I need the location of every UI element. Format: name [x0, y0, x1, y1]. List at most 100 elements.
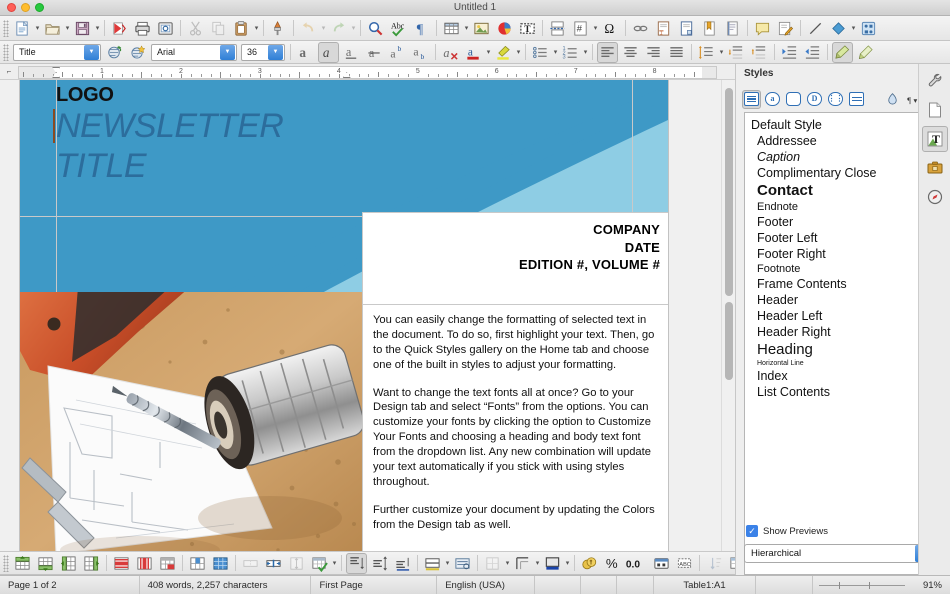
status-zoom-level[interactable]: 91% — [911, 576, 950, 594]
text-format-button[interactable]: ABC — [674, 553, 695, 574]
superscript-button[interactable]: ab — [387, 42, 408, 63]
chevron-down-icon[interactable]: ▼ — [268, 44, 283, 60]
newsletter-photo[interactable] — [20, 292, 362, 551]
clone-formatting-button[interactable] — [268, 18, 289, 39]
style-filter-select[interactable]: Hierarchical ▲▼ — [744, 544, 932, 563]
character-styles-button[interactable]: a — [763, 90, 782, 109]
export-pdf-button[interactable] — [109, 18, 130, 39]
date-format-button[interactable] — [651, 553, 672, 574]
sort-button[interactable] — [704, 553, 725, 574]
underline-button[interactable]: a — [341, 42, 362, 63]
insert-image-button[interactable] — [471, 18, 492, 39]
font-color-dropdown[interactable]: ▾ — [485, 42, 492, 63]
strikethrough-button[interactable]: a — [364, 42, 385, 63]
ruler-tab-stop[interactable] — [338, 74, 340, 78]
insert-table-button[interactable] — [441, 18, 462, 39]
delete-table-button[interactable] — [157, 553, 178, 574]
status-page-style[interactable]: First Page — [311, 575, 438, 594]
style-list-item[interactable]: Caption — [745, 149, 920, 165]
font-color-button[interactable]: a — [463, 42, 484, 63]
print-preview-button[interactable] — [155, 18, 176, 39]
spelling-button[interactable]: Abc — [388, 18, 409, 39]
open-document-dropdown[interactable]: ▾ — [64, 18, 71, 39]
status-modified[interactable] — [581, 575, 618, 594]
insert-row-above-button[interactable] — [12, 553, 33, 574]
highlighting-color-button[interactable] — [493, 42, 514, 63]
company-info-cell[interactable]: COMPANY DATE EDITION #, VOLUME # — [362, 212, 668, 304]
split-cells-button[interactable] — [263, 553, 284, 574]
select-table-button[interactable] — [210, 553, 231, 574]
scrollbar-thumb[interactable] — [725, 88, 733, 296]
insert-chart-button[interactable] — [494, 18, 515, 39]
align-top-button[interactable] — [346, 552, 367, 574]
ruler-tab-stop[interactable] — [299, 74, 301, 78]
status-page[interactable]: Page 1 of 2 — [0, 575, 140, 594]
style-list-item[interactable]: Addressee — [745, 133, 920, 149]
ordered-list-button[interactable]: 123 — [560, 42, 581, 63]
merge-cells-button[interactable] — [240, 553, 261, 574]
insert-textbox-button[interactable]: T — [517, 18, 538, 39]
unordered-list-dropdown[interactable]: ▾ — [552, 42, 559, 63]
toolbar-grip[interactable] — [3, 43, 9, 61]
zoom-slider[interactable] — [813, 576, 911, 594]
horizontal-ruler[interactable]: ⌐ 12345678 — [0, 64, 735, 80]
page-1[interactable]: LOGO NEWSLETTER TITLE COMPANY DATE EDITI… — [20, 80, 668, 551]
style-list-item[interactable]: Heading — [745, 340, 920, 359]
optimize-size-button[interactable] — [286, 553, 307, 574]
toolbar-grip[interactable] — [3, 554, 9, 572]
properties-deck-button[interactable] — [922, 97, 948, 123]
redo-dropdown[interactable]: ▾ — [350, 18, 357, 39]
ruler-strip[interactable]: 12345678 — [18, 66, 717, 79]
borders-button[interactable] — [422, 553, 443, 574]
border-style-button[interactable] — [452, 553, 473, 574]
page-styles-button[interactable]: D — [805, 90, 824, 109]
select-cell-button[interactable] — [187, 553, 208, 574]
status-word-count[interactable]: 408 words, 2,257 characters — [140, 575, 312, 594]
show-previews-checkbox[interactable]: ✓ — [746, 525, 758, 537]
increase-indent-button[interactable] — [779, 42, 800, 63]
insert-footnote-button[interactable]: 1 — [653, 18, 674, 39]
insert-cross-reference-button[interactable] — [722, 18, 743, 39]
sidebar-settings-button[interactable] — [922, 68, 948, 94]
insert-line-button[interactable] — [805, 18, 826, 39]
highlighting-color-dropdown[interactable]: ▾ — [515, 42, 522, 63]
align-center-button[interactable] — [620, 42, 641, 63]
show-draw-functions-button[interactable] — [858, 18, 879, 39]
status-language[interactable]: English (USA) — [437, 575, 536, 594]
background-color-button[interactable] — [542, 553, 563, 574]
body-text-cell[interactable]: You can easily change the formatting of … — [362, 304, 668, 551]
frame-styles-button[interactable] — [784, 90, 803, 109]
save-document-dropdown[interactable]: ▾ — [94, 18, 101, 39]
percent-format-button[interactable]: % — [602, 553, 623, 574]
insert-special-character-button[interactable]: Ω — [600, 18, 621, 39]
open-document-button[interactable] — [42, 18, 63, 39]
delete-column-button[interactable] — [134, 553, 155, 574]
style-list-item[interactable]: Header — [745, 292, 920, 308]
style-list-item[interactable]: Complimentary Close — [745, 165, 920, 181]
table-styles-button[interactable] — [847, 90, 866, 109]
border-color-dropdown[interactable]: ▾ — [504, 553, 511, 574]
style-list-item[interactable]: Contact — [745, 181, 920, 200]
border-color-button[interactable] — [482, 553, 503, 574]
style-list-item[interactable]: Index — [745, 368, 920, 384]
align-right-button[interactable] — [643, 42, 664, 63]
new-document-dropdown[interactable]: ▾ — [34, 18, 41, 39]
ruler-tab-stop[interactable] — [141, 74, 143, 78]
track-changes-button[interactable] — [775, 18, 796, 39]
number-format-button[interactable]: 0.0 — [625, 553, 649, 574]
ruler-tab-stop[interactable] — [220, 74, 222, 78]
character-highlighting-color-button[interactable] — [832, 41, 853, 63]
document-vertical-scrollbar[interactable] — [721, 80, 735, 551]
status-selection-mode[interactable] — [535, 575, 581, 594]
paragraph-style-picker-button[interactable] — [855, 42, 876, 63]
style-list-item[interactable]: Header Right — [745, 324, 920, 340]
ruler-tab-stop[interactable] — [101, 74, 103, 78]
navigator-deck-button[interactable] — [922, 184, 948, 210]
background-color-dropdown[interactable]: ▾ — [564, 553, 571, 574]
decrease-paragraph-spacing-button[interactable] — [749, 42, 770, 63]
insert-page-break-button[interactable] — [547, 18, 568, 39]
borders-dropdown[interactable]: ▾ — [444, 553, 451, 574]
line-spacing-dropdown[interactable]: ▾ — [718, 42, 725, 63]
status-table-cell[interactable]: Table1:A1 — [654, 575, 757, 594]
redo-button[interactable] — [328, 18, 349, 39]
